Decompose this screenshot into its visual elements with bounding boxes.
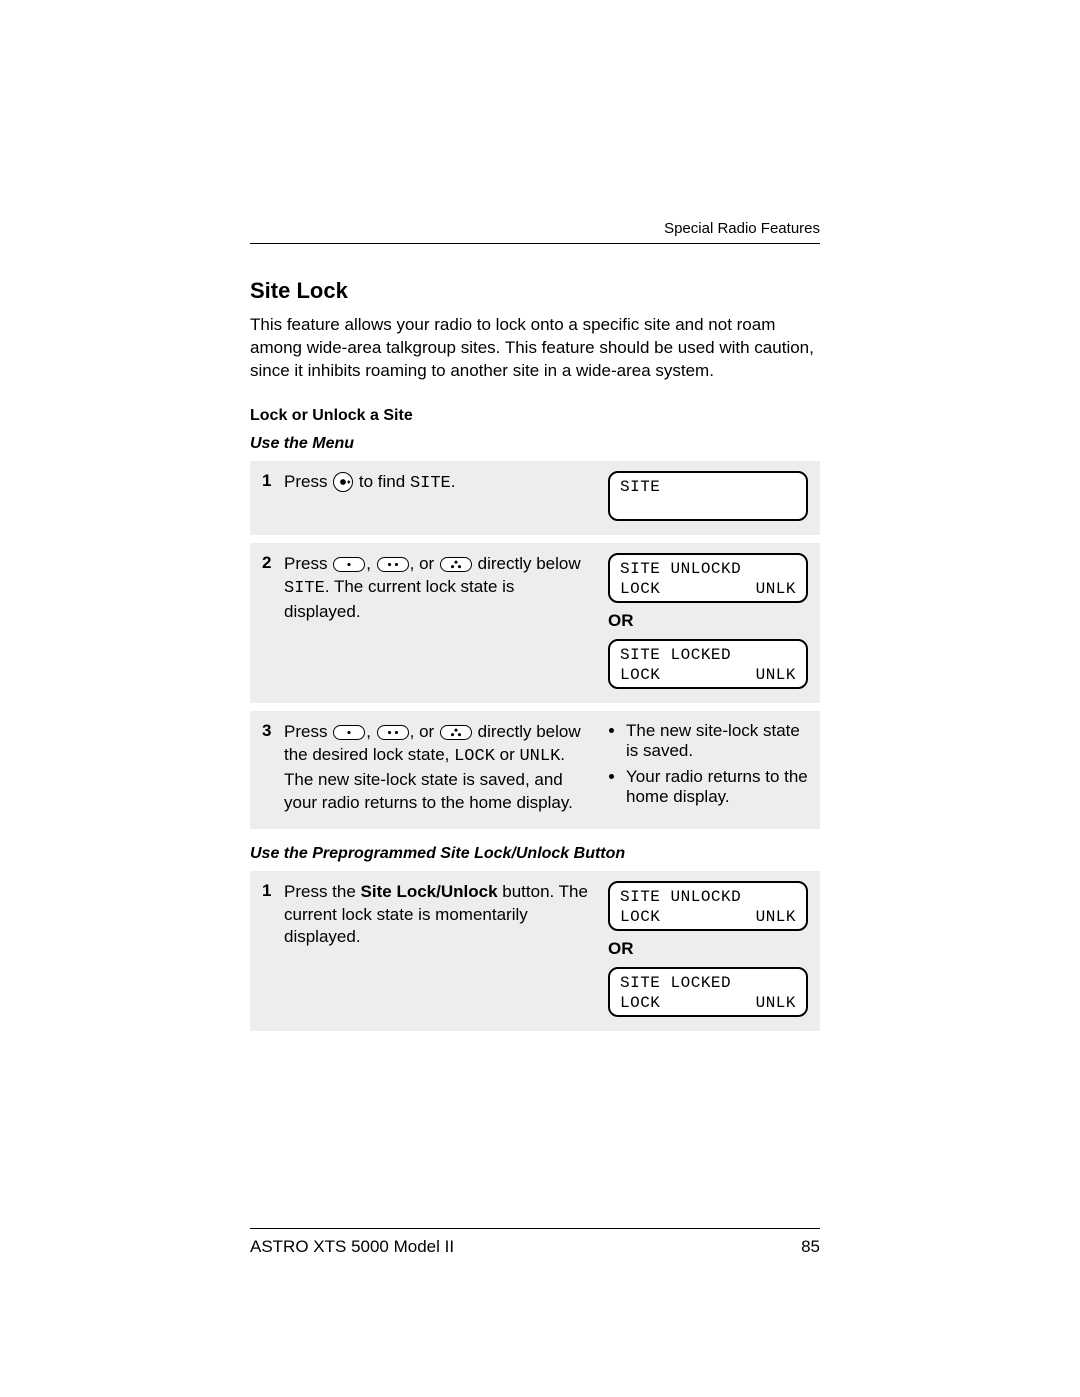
softkey-one-dot-icon xyxy=(333,725,365,740)
lcd-display-locked: SITE LOCKED LOCK UNLK xyxy=(608,639,808,689)
button-step-1-text: Press the Site Lock/Unlock button. The c… xyxy=(284,881,608,950)
lcd-line: SITE UNLOCKD xyxy=(620,887,796,907)
subheading-use-button: Use the Preprogrammed Site Lock/Unlock B… xyxy=(250,845,820,863)
lcd-display-site: SITE xyxy=(608,471,808,521)
footer-model: ASTRO XTS 5000 Model II xyxy=(250,1237,454,1257)
lcd-softkey-lock: LOCK xyxy=(620,665,660,685)
nav-right-button-icon xyxy=(333,472,353,492)
step-3-result: The new site-lock state is saved. Your r… xyxy=(608,721,808,813)
step-1-text: Press to find SITE. xyxy=(284,471,608,496)
softkey-one-dot-icon xyxy=(333,557,365,572)
lcd-softkey-lock: LOCK xyxy=(620,907,660,927)
or-label: OR xyxy=(608,611,808,631)
lcd-softkey-unlk: UNLK xyxy=(756,907,796,927)
section-title: Site Lock xyxy=(250,278,820,304)
result-bullet: Your radio returns to the home display. xyxy=(626,767,808,807)
page: Special Radio Features Site Lock This fe… xyxy=(0,0,1080,1397)
softkey-two-dots-icon xyxy=(377,725,409,740)
step-1-block: 1 Press to find SITE. SITE xyxy=(250,461,820,535)
step-3-block: 3 Press , , or directly below the desire… xyxy=(250,711,820,829)
lcd-softkey-unlk: UNLK xyxy=(756,665,796,685)
step-2-number: 2 xyxy=(262,553,284,573)
softkey-three-dots-icon xyxy=(440,557,472,572)
result-bullet: The new site-lock state is saved. xyxy=(626,721,808,761)
softkey-two-dots-icon xyxy=(377,557,409,572)
step-3-number: 3 xyxy=(262,721,284,741)
subheading-lock-unlock: Lock or Unlock a Site xyxy=(250,407,820,425)
step-1-number: 1 xyxy=(262,471,284,491)
page-footer: ASTRO XTS 5000 Model II 85 xyxy=(250,1228,820,1257)
lcd-line: SITE LOCKED xyxy=(620,645,796,665)
lcd-display-unlocked: SITE UNLOCKD LOCK UNLK xyxy=(608,881,808,931)
running-head: Special Radio Features xyxy=(250,220,820,244)
step-2-text: Press , , or directly below SITE. The cu… xyxy=(284,553,608,624)
softkey-three-dots-icon xyxy=(440,725,472,740)
lcd-display-locked: SITE LOCKED LOCK UNLK xyxy=(608,967,808,1017)
footer-page-number: 85 xyxy=(801,1237,820,1257)
lcd-display-unlocked: SITE UNLOCKD LOCK UNLK xyxy=(608,553,808,603)
lcd-softkey-unlk: UNLK xyxy=(756,993,796,1013)
or-label: OR xyxy=(608,939,808,959)
lcd-line: SITE UNLOCKD xyxy=(620,559,796,579)
step-3-text: Press , , or directly below the desired … xyxy=(284,721,608,815)
button-step-1-number: 1 xyxy=(262,881,284,901)
lcd-softkey-lock: LOCK xyxy=(620,993,660,1013)
lcd-line: SITE xyxy=(620,477,796,497)
intro-paragraph: This feature allows your radio to lock o… xyxy=(250,314,820,383)
button-step-1-block: 1 Press the Site Lock/Unlock button. The… xyxy=(250,871,820,1031)
lcd-softkey-unlk: UNLK xyxy=(756,579,796,599)
lcd-line: SITE LOCKED xyxy=(620,973,796,993)
lcd-softkey-lock: LOCK xyxy=(620,579,660,599)
step-2-block: 2 Press , , or directly below SITE. The … xyxy=(250,543,820,703)
subheading-use-menu: Use the Menu xyxy=(250,435,820,453)
